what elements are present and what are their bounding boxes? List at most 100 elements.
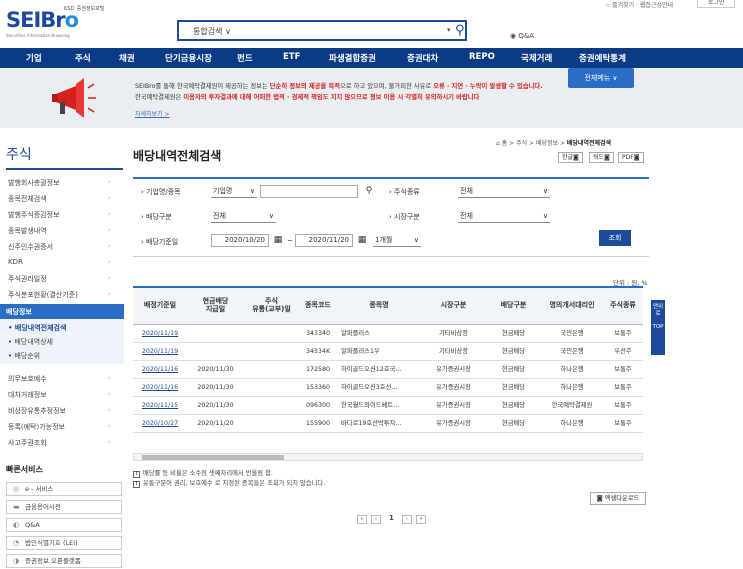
top-links[interactable]: ☆ 즐겨찾기 · 웹접근성안내 — [605, 0, 673, 9]
sidebar-item-lending-info[interactable]: 대차거래정보 — [8, 390, 47, 400]
col-market[interactable]: 시장구분 — [421, 288, 486, 324]
date-to-input[interactable]: 2020/11/20 — [295, 234, 353, 247]
quick-openplatform-button[interactable]: ◑ 증권정보 오픈플랫폼 — [6, 554, 122, 568]
quick-lei-button[interactable]: ◔ 법인식별기호 (LEI) — [6, 536, 122, 550]
sidebar-subitem-dividend-detail[interactable]: • 배당내역상세 — [8, 337, 53, 347]
sidebar-item-stock-search[interactable]: 종목전체검색 — [8, 194, 47, 204]
dividend-type-select[interactable]: 전체 ∨ — [211, 210, 276, 223]
last-page-button[interactable]: » — [415, 515, 426, 524]
quick-qa-button[interactable]: ◐ Q&A — [6, 518, 122, 532]
sidebar-item-rights-schedule[interactable]: 주식권리일정 — [8, 274, 47, 284]
qa-link[interactable]: ◉ Q&A — [510, 32, 534, 40]
notice-line1-a: SEIBro를 통해 한국예탁결제원이 제공하는 정보는 — [135, 83, 270, 90]
sidebar-item-issue-history[interactable]: 종목발생내역 — [8, 226, 47, 236]
breadcrumb-path[interactable]: ⌂ 홈 > 주식 > 배당정보 > — [496, 140, 567, 147]
table-row[interactable]: 2020/11/16 2020/11/30 172580 하이골드오션12호국… 유가증… — [133, 361, 643, 379]
calendar-icon[interactable]: ▦ — [355, 234, 369, 247]
cell-market: 기타비상장 — [439, 348, 468, 355]
quick-eservice-button[interactable]: ◎ e - 서비스 — [6, 482, 122, 496]
company-type-select[interactable]: 기업명 ∨ — [211, 185, 257, 198]
stock-type-select[interactable]: 전체 ∨ — [458, 185, 550, 198]
sidebar-subitem-dividend-rank[interactable]: • 배당순위 — [8, 351, 40, 361]
cell-record-date[interactable]: 2020/11/15 — [133, 397, 187, 415]
cell-dividend-type: 현금배당 — [501, 366, 526, 373]
sidebar-item-kdr[interactable]: KDR — [8, 258, 23, 266]
cell-record-date[interactable]: 2020/10/27 — [133, 415, 187, 433]
sidebar-item-distribution[interactable]: 주식분포현황(결산기준) — [8, 290, 78, 300]
table-row[interactable]: 2020/11/19 343340 알파플러스 기타비상장 현금배당 국민은행 보통주 — [133, 325, 643, 343]
export-word-button[interactable]: 워드◙ — [589, 152, 614, 163]
table-row[interactable]: 2020/11/15 2020/11/30 096300 한국월드와이드베트… 유가증권… — [133, 397, 643, 415]
sidebar-item-unlisted[interactable]: 비상장유통추정정보 — [8, 406, 66, 416]
cell-record-date[interactable]: 2020/11/19 — [133, 343, 187, 361]
nav-item-derivative[interactable]: 파생결합증권 — [329, 52, 376, 64]
next-page-button[interactable]: › — [401, 515, 412, 524]
col-stock-type[interactable]: 주식종류 — [603, 288, 643, 324]
prev-page-button[interactable]: ‹ — [371, 515, 381, 524]
nav-item-fund[interactable]: 펀드 — [237, 52, 253, 64]
table-row[interactable]: 2020/10/27 2020/11/20 155900 바다로19호선박투자… 유가증… — [133, 415, 643, 433]
nav-item-international[interactable]: 국제거래 — [521, 52, 552, 64]
table-header: 배정기준일 현금배당 지급일 주식 유통(교부)일 종목코드 종목명 시장구분 배당… — [133, 288, 643, 325]
nav-item-etf[interactable]: ETF — [283, 52, 300, 62]
all-menu-button[interactable]: 전체메뉴 ∨ — [568, 68, 634, 88]
cell-market: 유가증권시장 — [436, 384, 471, 391]
horizontal-scrollbar[interactable] — [133, 453, 643, 461]
col-stock-issue-date[interactable]: 주식 유통(교부)일 — [244, 288, 299, 324]
search-icon[interactable]: ⚲ — [455, 23, 465, 38]
period-select[interactable]: 1개월 ∨ — [373, 234, 421, 247]
chevron-right-icon: › — [108, 390, 111, 398]
cell-record-date[interactable]: 2020/11/19 — [133, 325, 187, 343]
cell-dividend-type: 현금배당 — [501, 330, 526, 337]
sidebar-subitem-dividend-search[interactable]: • 배당내역전체검색 — [8, 323, 66, 333]
sidebar-item-lockup[interactable]: 의무보호예수 — [8, 374, 47, 384]
sidebar-item-warrant[interactable]: 신주인수권증서 — [8, 242, 53, 252]
col-transfer-agent[interactable]: 명의개서대리인 — [541, 288, 603, 324]
note-1-text: 배당률 등 비율은 소수점 셋째자리에서 반올림 함. — [143, 470, 273, 477]
sidebar-item-issue-change[interactable]: 발행주식증감정보 — [8, 210, 60, 220]
company-input[interactable] — [260, 185, 358, 198]
chevron-right-icon: › — [108, 274, 111, 282]
search-submit-button[interactable]: 조회 — [599, 230, 631, 246]
quick-glossary-label: 금융용어사전 — [25, 503, 61, 511]
sidebar-item-issuer-info[interactable]: 발행회사총괄정보 — [8, 178, 60, 188]
chevron-right-icon: › — [108, 290, 111, 298]
nav-item-short-term[interactable]: 단기금융시장 — [165, 52, 212, 64]
sidebar-item-dividend[interactable]: 배당정보 — [0, 304, 124, 319]
date-from-input[interactable]: 2020/10/20 — [211, 234, 269, 247]
nav-item-company[interactable]: 기업 — [26, 52, 42, 64]
search-dropdown-arrow[interactable]: ▾ — [447, 26, 451, 34]
sidebar-item-registration[interactable]: 등록(예탁)가능정보 — [8, 422, 65, 432]
table-row[interactable]: 2020/11/16 2020/11/30 153360 하이골드오션3호선… 유가증권… — [133, 379, 643, 397]
nav-item-lending[interactable]: 증권대차 — [407, 52, 438, 64]
col-stock-name[interactable]: 종목명 — [337, 288, 421, 324]
cell-stock-name: 하이골드오션3호선… — [341, 384, 398, 391]
table-row[interactable]: 2020/11/19 34334K 알파플러스1우 기타비상장 현금배당 국민은행 우선주 — [133, 343, 643, 361]
export-pdf-button[interactable]: PDF◙ — [618, 152, 644, 163]
cell-record-date[interactable]: 2020/11/16 — [133, 379, 187, 397]
calendar-icon[interactable]: ▦ — [271, 234, 285, 247]
nav-item-bond[interactable]: 채권 — [119, 52, 135, 64]
first-page-button[interactable]: « — [357, 515, 367, 524]
export-hwp-button[interactable]: 한글◙ — [558, 152, 583, 163]
col-record-date[interactable]: 배정기준일 — [133, 288, 187, 324]
col-dividend-type[interactable]: 배당구분 — [486, 288, 541, 324]
scrollbar-thumb[interactable] — [142, 455, 284, 460]
nav-item-repo[interactable]: REPO — [469, 52, 495, 62]
market-select[interactable]: 전체 ∨ — [458, 210, 550, 223]
floating-top-button[interactable]: 맨위로 TOP — [651, 300, 665, 355]
quick-glossary-button[interactable]: ▬ 금융용어사전 — [6, 500, 122, 514]
col-stock-code[interactable]: 종목코드 — [299, 288, 337, 324]
col-cash-pay-date[interactable]: 현금배당 지급일 — [187, 288, 244, 324]
notice-more-link[interactable]: 자세히보기 > — [135, 109, 170, 118]
search-scope-select[interactable]: 통합검색 ∨ — [193, 26, 231, 37]
login-button[interactable]: 로그인 — [697, 0, 735, 8]
company-search-icon[interactable]: ⚲ — [362, 185, 376, 198]
nav-item-stock[interactable]: 주식 — [75, 52, 91, 64]
cell-record-date[interactable]: 2020/11/16 — [133, 361, 187, 379]
excel-download-button[interactable]: ◙ 엑셀다운로드 — [590, 492, 646, 505]
sidebar-item-lost-certificate[interactable]: 사고주권조회 — [8, 438, 47, 448]
nav-item-statistics[interactable]: 증권예탁통계 — [579, 52, 626, 64]
current-page[interactable]: 1 — [389, 514, 394, 522]
global-search[interactable]: 통합검색 ∨ ▾ ⚲ — [177, 20, 467, 41]
